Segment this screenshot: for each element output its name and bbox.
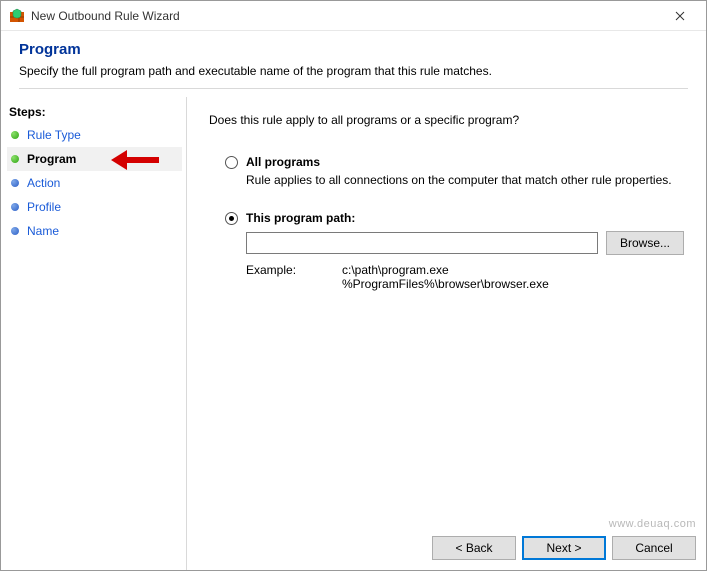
pointer-arrow-icon [107, 150, 167, 173]
wizard-main: Does this rule apply to all programs or … [187, 97, 706, 570]
wizard-header: Program Specify the full program path an… [1, 31, 706, 97]
back-button[interactable]: < Back [432, 536, 516, 560]
firewall-icon [9, 8, 25, 24]
browse-button[interactable]: Browse... [606, 231, 684, 255]
program-path-block: Browse... Example: c:\path\program.exe %… [246, 231, 684, 291]
step-label: Profile [27, 200, 61, 214]
step-label: Name [27, 224, 59, 238]
step-program[interactable]: Program [7, 147, 182, 171]
page-subtitle: Specify the full program path and execut… [19, 64, 688, 78]
step-bullet-icon [11, 131, 19, 139]
radio-all-programs-label: All programs [246, 155, 320, 169]
radio-this-program-label: This program path: [246, 211, 355, 225]
question-text: Does this rule apply to all programs or … [209, 113, 684, 127]
radio-all-programs[interactable] [225, 156, 238, 169]
example-label: Example: [246, 263, 342, 291]
step-label: Rule Type [27, 128, 81, 142]
radio-this-program[interactable] [225, 212, 238, 225]
title-bar: New Outbound Rule Wizard [1, 1, 706, 31]
step-action[interactable]: Action [7, 171, 182, 195]
watermark-text: www.deuaq.com [609, 518, 696, 530]
wizard-body: Steps: Rule Type Program [1, 97, 706, 570]
program-path-input[interactable] [246, 232, 598, 254]
steps-list: Rule Type Program Action [7, 123, 182, 243]
example-line-2: %ProgramFiles%\browser\browser.exe [342, 277, 549, 291]
window-title: New Outbound Rule Wizard [31, 9, 180, 23]
close-button[interactable] [658, 2, 702, 30]
step-name[interactable]: Name [7, 219, 182, 243]
step-bullet-icon [11, 179, 19, 187]
radio-all-programs-row[interactable]: All programs [225, 155, 684, 169]
radio-all-programs-desc: Rule applies to all connections on the c… [246, 173, 684, 187]
steps-heading: Steps: [7, 105, 182, 123]
steps-sidebar: Steps: Rule Type Program [1, 97, 187, 570]
example-row: Example: c:\path\program.exe %ProgramFil… [246, 263, 684, 291]
step-bullet-icon [11, 155, 19, 163]
program-radio-group: All programs Rule applies to all connect… [209, 155, 684, 291]
next-button[interactable]: Next > [522, 536, 606, 560]
cancel-button[interactable]: Cancel [612, 536, 696, 560]
example-line-1: c:\path\program.exe [342, 263, 549, 277]
step-profile[interactable]: Profile [7, 195, 182, 219]
step-rule-type[interactable]: Rule Type [7, 123, 182, 147]
wizard-window: New Outbound Rule Wizard Program Specify… [0, 0, 707, 571]
step-label: Program [27, 152, 76, 166]
header-divider [19, 88, 688, 89]
wizard-footer: < Back Next > Cancel [432, 536, 696, 560]
step-label: Action [27, 176, 60, 190]
step-bullet-icon [11, 203, 19, 211]
page-title: Program [19, 41, 688, 58]
radio-this-program-row[interactable]: This program path: [225, 211, 684, 225]
step-bullet-icon [11, 227, 19, 235]
